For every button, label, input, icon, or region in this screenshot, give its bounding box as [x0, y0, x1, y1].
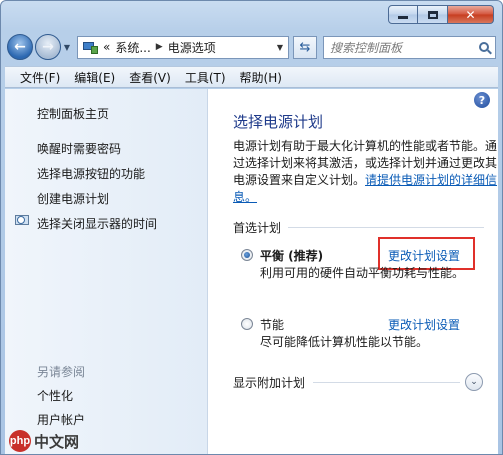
breadcrumb-overflow[interactable]: « [103, 40, 110, 54]
chevron-down-icon: ⌄ [470, 377, 478, 387]
balanced-plan-description: 利用可用的硬件自动平衡功耗与性能。 [260, 266, 465, 280]
recent-pages-dropdown[interactable]: ▼ [61, 43, 73, 52]
menu-help[interactable]: 帮助(H) [233, 69, 289, 86]
search-icon[interactable] [473, 37, 495, 58]
address-bar[interactable]: « 系统... ▶ 电源选项 ▼ [77, 35, 289, 59]
personalization-link[interactable]: 个性化 [37, 387, 73, 404]
menu-view[interactable]: 查看(V) [122, 69, 178, 86]
task-pane: 控制面板主页 唤醒时需要密码 选择电源按钮的功能 创建电源计划 选择关闭显示器的… [5, 89, 208, 454]
balanced-plan-radio[interactable] [241, 249, 253, 261]
main-pane: ? 选择电源计划 电源计划有助于最大化计算机的性能或者节能。通过选择计划来将其激… [208, 89, 498, 454]
minimize-button[interactable] [388, 5, 418, 24]
refresh-icon: ⇆ [299, 39, 311, 55]
power-buttons-link[interactable]: 选择电源按钮的功能 [37, 165, 145, 182]
power-saver-plan-radio[interactable] [241, 318, 253, 330]
power-saver-change-settings-link[interactable]: 更改计划设置 [388, 316, 460, 333]
refresh-button[interactable]: ⇆ [293, 35, 317, 59]
additional-plans-divider [313, 382, 460, 383]
forward-arrow-icon: → [42, 39, 54, 55]
page-title: 选择电源计划 [233, 113, 324, 131]
maximize-button[interactable] [418, 5, 448, 24]
breadcrumb-power-options[interactable]: 电源选项 [168, 39, 216, 56]
additional-plans-heading: 显示附加计划 [233, 376, 306, 390]
help-icon[interactable]: ? [474, 92, 490, 108]
watermark-logo: php [9, 430, 31, 452]
back-button[interactable]: ← [7, 34, 33, 60]
preferred-plans-divider [288, 227, 484, 228]
power-saver-plan-name[interactable]: 节能 [260, 316, 284, 333]
search-input[interactable]: 搜索控制面板 [323, 35, 496, 59]
breadcrumb-separator-icon[interactable]: ▶ [156, 42, 163, 52]
window-frame: ✕ ← → ▼ « 系统... ▶ 电源选项 ▼ ⇆ 搜索控制面板 文件(F) … [0, 0, 503, 455]
watermark: php 中文网 [9, 430, 79, 452]
control-panel-home-link[interactable]: 控制面板主页 [37, 105, 109, 122]
address-dropdown[interactable]: ▼ [272, 37, 288, 58]
menu-file[interactable]: 文件(F) [13, 69, 67, 86]
close-icon: ✕ [465, 7, 476, 22]
balanced-plan-name[interactable]: 平衡 (推荐) [260, 247, 323, 264]
see-also-heading: 另请参阅 [37, 365, 86, 379]
back-arrow-icon: ← [14, 39, 26, 55]
preferred-plans-heading: 首选计划 [233, 221, 282, 235]
menu-edit[interactable]: 编辑(E) [67, 69, 122, 86]
expand-additional-plans-button[interactable]: ⌄ [465, 373, 483, 391]
user-accounts-link[interactable]: 用户帐户 [37, 411, 85, 428]
power-saver-plan-description: 尽可能降低计算机性能以节能。 [260, 335, 429, 349]
navigation-bar: ← → ▼ « 系统... ▶ 电源选项 ▼ ⇆ 搜索控制面板 [7, 33, 496, 61]
page-description: 电源计划有助于最大化计算机的性能或者节能。通过选择计划来将其激活，或选择计划并通… [233, 138, 498, 206]
window-controls: ✕ [388, 5, 494, 24]
menu-tools[interactable]: 工具(T) [178, 69, 233, 86]
menu-bar: 文件(F) 编辑(E) 查看(V) 工具(T) 帮助(H) [5, 66, 498, 88]
search-placeholder: 搜索控制面板 [330, 40, 403, 55]
display-clock-icon [15, 215, 31, 229]
breadcrumb-system[interactable]: 系统... [115, 39, 150, 56]
require-password-link[interactable]: 唤醒时需要密码 [37, 140, 121, 157]
forward-button[interactable]: → [35, 34, 61, 60]
maximize-icon [427, 10, 438, 19]
close-button[interactable]: ✕ [448, 5, 494, 24]
power-options-icon [82, 40, 98, 54]
display-off-time-link[interactable]: 选择关闭显示器的时间 [37, 215, 157, 232]
minimize-icon [398, 16, 408, 19]
content-area: 控制面板主页 唤醒时需要密码 选择电源按钮的功能 创建电源计划 选择关闭显示器的… [5, 89, 498, 454]
create-plan-link[interactable]: 创建电源计划 [37, 190, 109, 207]
watermark-text: 中文网 [34, 432, 80, 451]
